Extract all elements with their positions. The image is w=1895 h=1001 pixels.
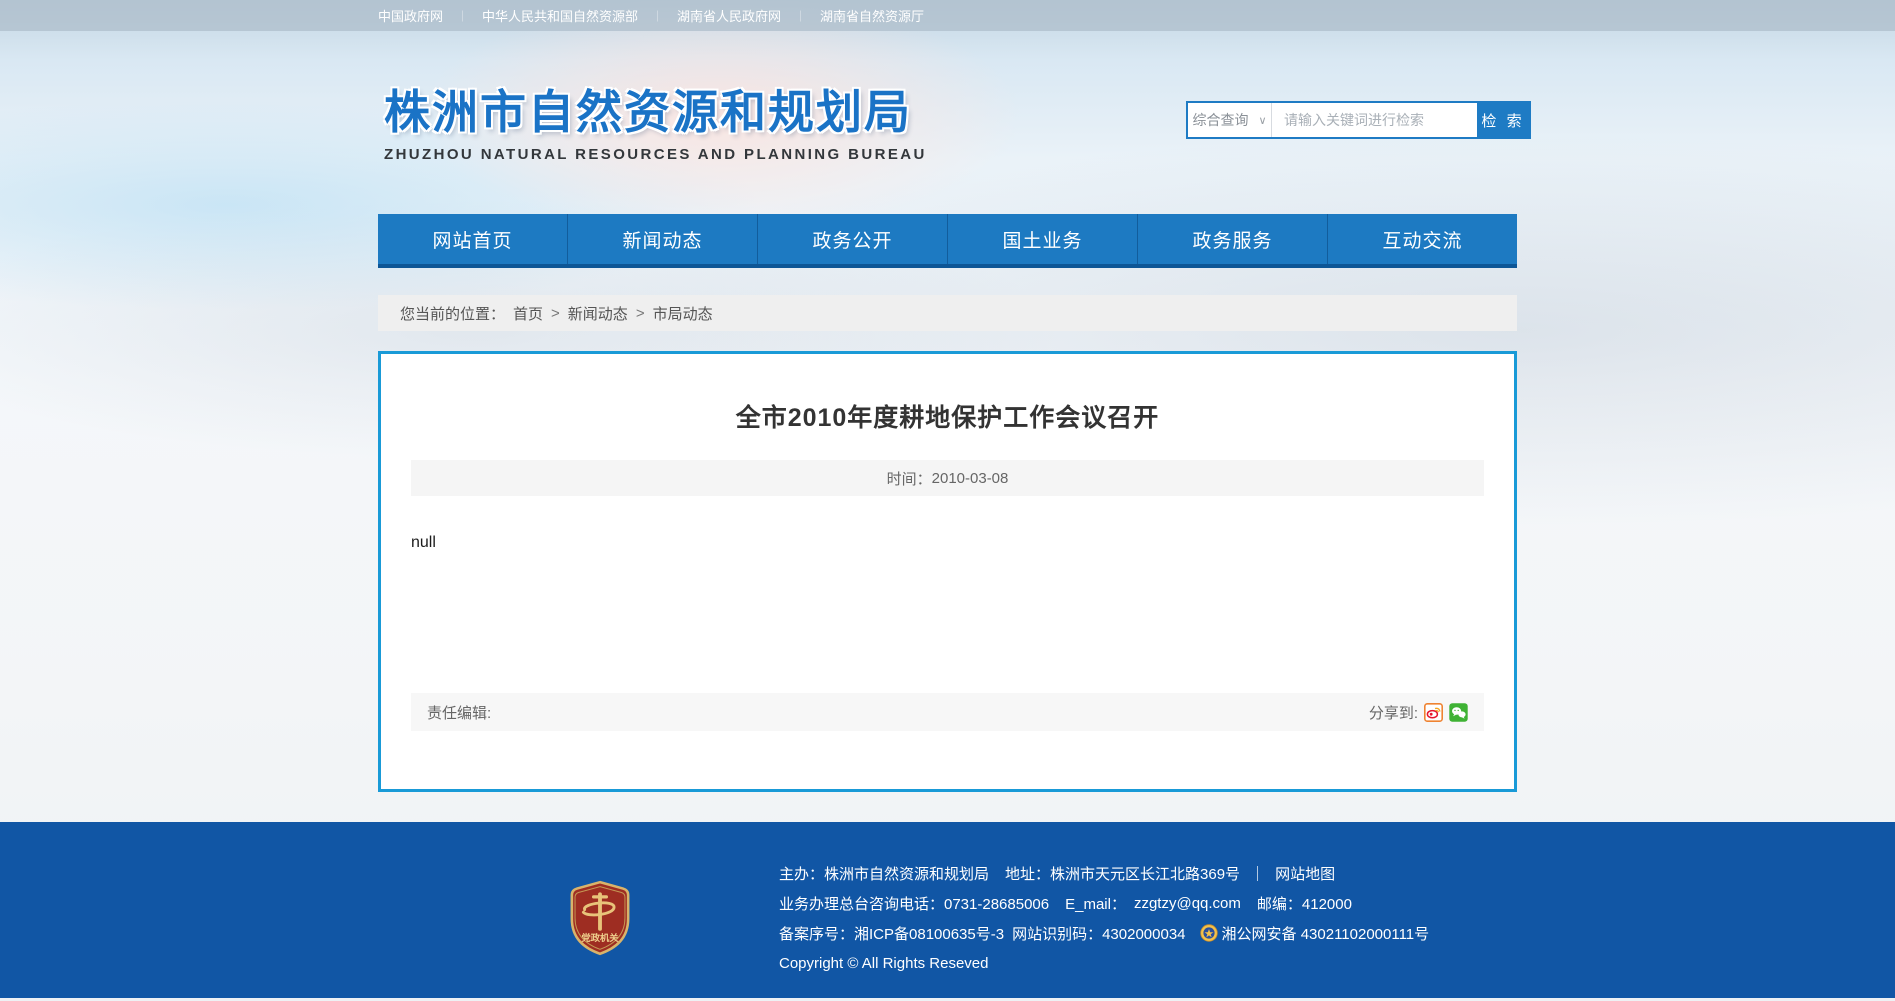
search-category-label: 综合查询 bbox=[1192, 110, 1248, 130]
search-input[interactable] bbox=[1272, 103, 1477, 137]
nav-item-home[interactable]: 网站首页 bbox=[378, 214, 568, 264]
footer-site-id: 网站识别码：4302000034 bbox=[1012, 923, 1185, 944]
nav-item-gov-service[interactable]: 政务服务 bbox=[1138, 214, 1328, 264]
breadcrumb: 您当前的位置： 首页 > 新闻动态 > 市局动态 bbox=[378, 295, 1517, 331]
toplink-mnr[interactable]: 中华人民共和国自然资源部 bbox=[482, 6, 638, 25]
police-badge-icon bbox=[1200, 924, 1218, 942]
footer-line-1: 主办：株洲市自然资源和规划局 地址：株洲市天元区长江北路369号 ｜ 网站地图 bbox=[779, 858, 1429, 888]
footer-line-4: Copyright © All Rights Reseved bbox=[779, 948, 1429, 978]
main-nav: 网站首页 新闻动态 政务公开 国土业务 政务服务 互动交流 bbox=[378, 214, 1517, 268]
toplink-china-gov[interactable]: 中国政府网 bbox=[378, 6, 443, 25]
top-links-bar: 中国政府网 ｜ 中华人民共和国自然资源部 ｜ 湖南省人民政府网 ｜ 湖南省自然资… bbox=[0, 0, 1895, 31]
article-body: null bbox=[411, 534, 1484, 552]
article-wrap: 全市2010年度耕地保护工作会议召开 时间： 2010-03-08 null 责… bbox=[0, 351, 1895, 792]
breadcrumb-current: 市局动态 bbox=[653, 303, 713, 324]
nav-item-land-business[interactable]: 国土业务 bbox=[948, 214, 1138, 264]
footer-address: 地址：株洲市天元区长江北路369号 bbox=[1005, 863, 1240, 884]
footer-separator: ｜ bbox=[1250, 863, 1265, 884]
wechat-icon[interactable] bbox=[1449, 703, 1468, 722]
footer-line-3: 备案序号：湘ICP备08100635号-3 网站识别码：4302000034 湘… bbox=[779, 918, 1429, 948]
breadcrumb-separator: > bbox=[551, 305, 560, 322]
search-button[interactable]: 检 索 bbox=[1477, 103, 1529, 137]
toplink-hunan-gov[interactable]: 湖南省人民政府网 bbox=[677, 6, 781, 25]
time-value: 2010-03-08 bbox=[932, 470, 1009, 487]
main-nav-wrap: 网站首页 新闻动态 政务公开 国土业务 政务服务 互动交流 bbox=[0, 214, 1895, 268]
article-time-bar: 时间： 2010-03-08 bbox=[411, 460, 1484, 496]
toplink-separator: ｜ bbox=[795, 8, 806, 24]
breadcrumb-label: 您当前的位置： bbox=[400, 303, 505, 324]
site-title: 株洲市自然资源和规划局 bbox=[384, 87, 927, 138]
breadcrumb-home[interactable]: 首页 bbox=[513, 303, 543, 324]
footer-copyright: Copyright © All Rights Reseved bbox=[779, 955, 988, 972]
chevron-down-icon: ∨ bbox=[1258, 114, 1266, 127]
search-bar: 综合查询 ∨ 检 索 bbox=[1186, 101, 1531, 139]
search-category-select[interactable]: 综合查询 ∨ bbox=[1188, 103, 1272, 137]
article-box: 全市2010年度耕地保护工作会议召开 时间： 2010-03-08 null 责… bbox=[378, 351, 1517, 792]
footer-icp: 备案序号：湘ICP备08100635号-3 bbox=[779, 923, 1004, 944]
nav-item-news[interactable]: 新闻动态 bbox=[568, 214, 758, 264]
breadcrumb-news[interactable]: 新闻动态 bbox=[568, 303, 628, 324]
time-label: 时间： bbox=[887, 468, 932, 489]
article-title: 全市2010年度耕地保护工作会议召开 bbox=[411, 398, 1484, 434]
party-gov-badge-icon: 党政机关 bbox=[568, 858, 632, 978]
party-gov-badge-label: 党政机关 bbox=[581, 932, 619, 943]
toplink-hunan-nr[interactable]: 湖南省自然资源厅 bbox=[820, 6, 924, 25]
breadcrumb-wrap: 您当前的位置： 首页 > 新闻动态 > 市局动态 bbox=[0, 295, 1895, 331]
editor-bar: 责任编辑: 分享到: bbox=[411, 693, 1484, 731]
footer-sitemap-link[interactable]: 网站地图 bbox=[1275, 863, 1335, 884]
footer-police-link[interactable]: 湘公网安备 43021102000111号 bbox=[1222, 923, 1430, 944]
site-subtitle-en: ZHUZHOU NATURAL RESOURCES AND PLANNING B… bbox=[384, 146, 927, 163]
footer-host: 主办：株洲市自然资源和规划局 bbox=[779, 863, 989, 884]
footer-line-2: 业务办理总台咨询电话：0731-28685006 E_mail： zzgtzy@… bbox=[779, 888, 1429, 918]
editor-label: 责任编辑: bbox=[427, 702, 491, 723]
site-header: 株洲市自然资源和规划局 ZHUZHOU NATURAL RESOURCES AN… bbox=[0, 31, 1895, 214]
footer-phone: 业务办理总台咨询电话：0731-28685006 bbox=[779, 893, 1049, 914]
footer-email-link[interactable]: zzgtzy@qq.com bbox=[1134, 895, 1241, 912]
nav-item-interaction[interactable]: 互动交流 bbox=[1328, 214, 1517, 264]
site-footer: 党政机关 主办：株洲市自然资源和规划局 地址：株洲市天元区长江北路369号 ｜ … bbox=[0, 822, 1895, 998]
toplink-separator: ｜ bbox=[457, 8, 468, 24]
footer-zip: 邮编：412000 bbox=[1257, 893, 1352, 914]
nav-item-gov-info[interactable]: 政务公开 bbox=[758, 214, 948, 264]
footer-email-label: E_mail： bbox=[1065, 893, 1126, 914]
footer-text: 主办：株洲市自然资源和规划局 地址：株洲市天元区长江北路369号 ｜ 网站地图 … bbox=[779, 858, 1429, 978]
toplink-separator: ｜ bbox=[652, 8, 663, 24]
weibo-icon[interactable] bbox=[1424, 703, 1443, 722]
share-label: 分享到: bbox=[1369, 702, 1418, 723]
site-brand: 株洲市自然资源和规划局 ZHUZHOU NATURAL RESOURCES AN… bbox=[384, 87, 927, 163]
breadcrumb-separator: > bbox=[636, 305, 645, 322]
